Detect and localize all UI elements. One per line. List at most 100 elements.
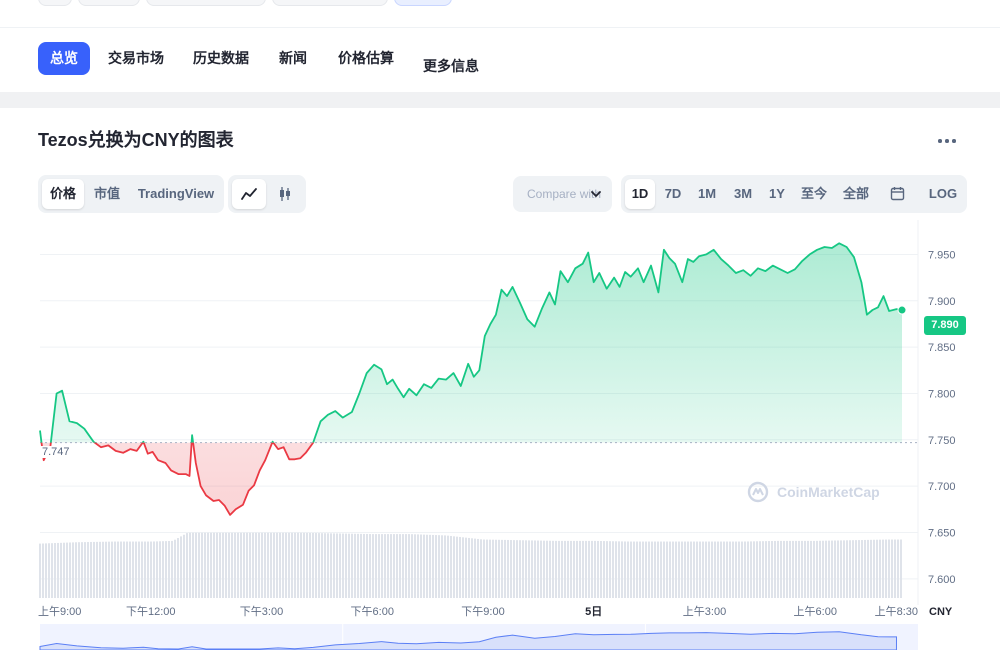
volume-bar [732,541,734,598]
nav-tab-markets[interactable]: 交易市场 [96,42,176,75]
volume-bar [897,539,899,598]
volume-bar [123,541,125,598]
volume-bar [225,532,227,598]
volume-bar [81,542,83,598]
line-chart-icon[interactable] [232,179,266,209]
volume-bar [444,535,446,598]
volume-bar [558,540,560,598]
volume-bar [696,541,698,598]
volume-bar [222,532,224,598]
volume-bar [126,541,128,598]
range-3m[interactable]: 3M [728,179,758,209]
header-chip[interactable] [394,0,452,6]
volume-bar [675,541,677,598]
volume-bar [501,539,503,598]
volume-bar [861,540,863,598]
volume-bar [729,541,731,598]
volume-bar [900,539,902,598]
volume-bar [858,540,860,598]
currency-label: CNY [929,606,953,618]
y-tick-label: 7.900 [928,296,956,308]
range-1d[interactable]: 1D [625,179,655,209]
range-1m[interactable]: 1M [692,179,722,209]
section-divider [0,92,1000,108]
volume-bar [420,534,422,598]
volume-bar [171,540,173,598]
volume-bar [321,533,323,598]
calendar-icon[interactable] [883,179,911,209]
header-chip[interactable] [38,0,72,6]
range-all[interactable]: 全部 [837,179,875,209]
x-tick-label: 5日 [585,605,602,618]
volume-bar [78,542,80,598]
volume-bar [633,541,635,598]
volume-bar [192,532,194,598]
volume-bar [828,540,830,598]
volume-bar [762,541,764,598]
volume-bar [618,541,620,598]
volume-bar [318,533,320,598]
volume-bar [579,540,581,598]
nav-tab-historical-data[interactable]: 历史数据 [181,42,261,75]
nav-tab-overview[interactable]: 总览 [38,42,90,75]
volume-bar [195,532,197,598]
volume-bar [540,540,542,598]
range-7d[interactable]: 7D [658,179,688,209]
nav-tab-more-info[interactable]: 更多信息 [411,50,491,83]
volume-bar [393,534,395,598]
candlestick-icon[interactable] [268,179,302,209]
volume-bar [702,541,704,598]
x-tick-label: 下午6:00 [351,605,394,618]
volume-bar [432,534,434,598]
volume-bar [489,539,491,598]
volume-bar [66,542,68,598]
volume-bar [228,532,230,598]
tab-tradingview[interactable]: TradingView [132,179,220,209]
volume-bar [279,532,281,598]
volume-bar [792,540,794,598]
volume-bar [660,541,662,598]
volume-bar [747,541,749,598]
volume-bar [405,534,407,598]
header-chip[interactable] [146,0,266,6]
volume-bar [87,542,89,598]
compare-dropdown[interactable]: Compare with [513,176,612,212]
volume-bar [456,536,458,598]
nav-tab-price-estimate[interactable]: 价格估算 [326,42,406,75]
tab-market-cap[interactable]: 市值 [86,179,128,209]
range-tabs: 1D 7D 1M 3M 1Y 至今 全部 LOG [621,175,967,213]
y-tick-label: 7.700 [928,481,956,493]
volume-bar [651,541,653,598]
volume-bar [636,541,638,598]
volume-bar [840,540,842,598]
header-chip[interactable] [272,0,388,6]
volume-bar [90,541,92,598]
volume-bar [750,541,752,598]
current-price-tag: 7.890 [924,316,966,335]
range-1y[interactable]: 1Y [762,179,792,209]
volume-bar [141,541,143,598]
volume-bar [492,539,494,598]
volume-bar [528,540,530,598]
volume-bar [759,541,761,598]
volume-bar [243,532,245,598]
nav-tab-news[interactable]: 新闻 [267,42,319,75]
volume-bar [621,541,623,598]
range-ytd[interactable]: 至今 [796,179,832,209]
volume-bar [258,532,260,598]
log-scale-toggle[interactable]: LOG [923,179,963,209]
volume-bar [297,532,299,598]
header-chip[interactable] [78,0,140,6]
volume-bar [624,541,626,598]
y-tick-label: 7.800 [928,388,956,400]
price-chart[interactable]: 7.950 7.900 7.850 7.800 7.750 7.700 7.650 7.600… [0,220,1000,650]
volume-bar [765,541,767,598]
volume-bar [603,541,605,598]
more-horizontal-icon[interactable] [936,133,958,147]
volume-bar [690,541,692,598]
volume-bar [441,535,443,598]
tab-price[interactable]: 价格 [42,179,84,209]
y-tick-label: 7.950 [928,249,956,261]
volume-bar [462,537,464,598]
volume-bar [213,532,215,598]
